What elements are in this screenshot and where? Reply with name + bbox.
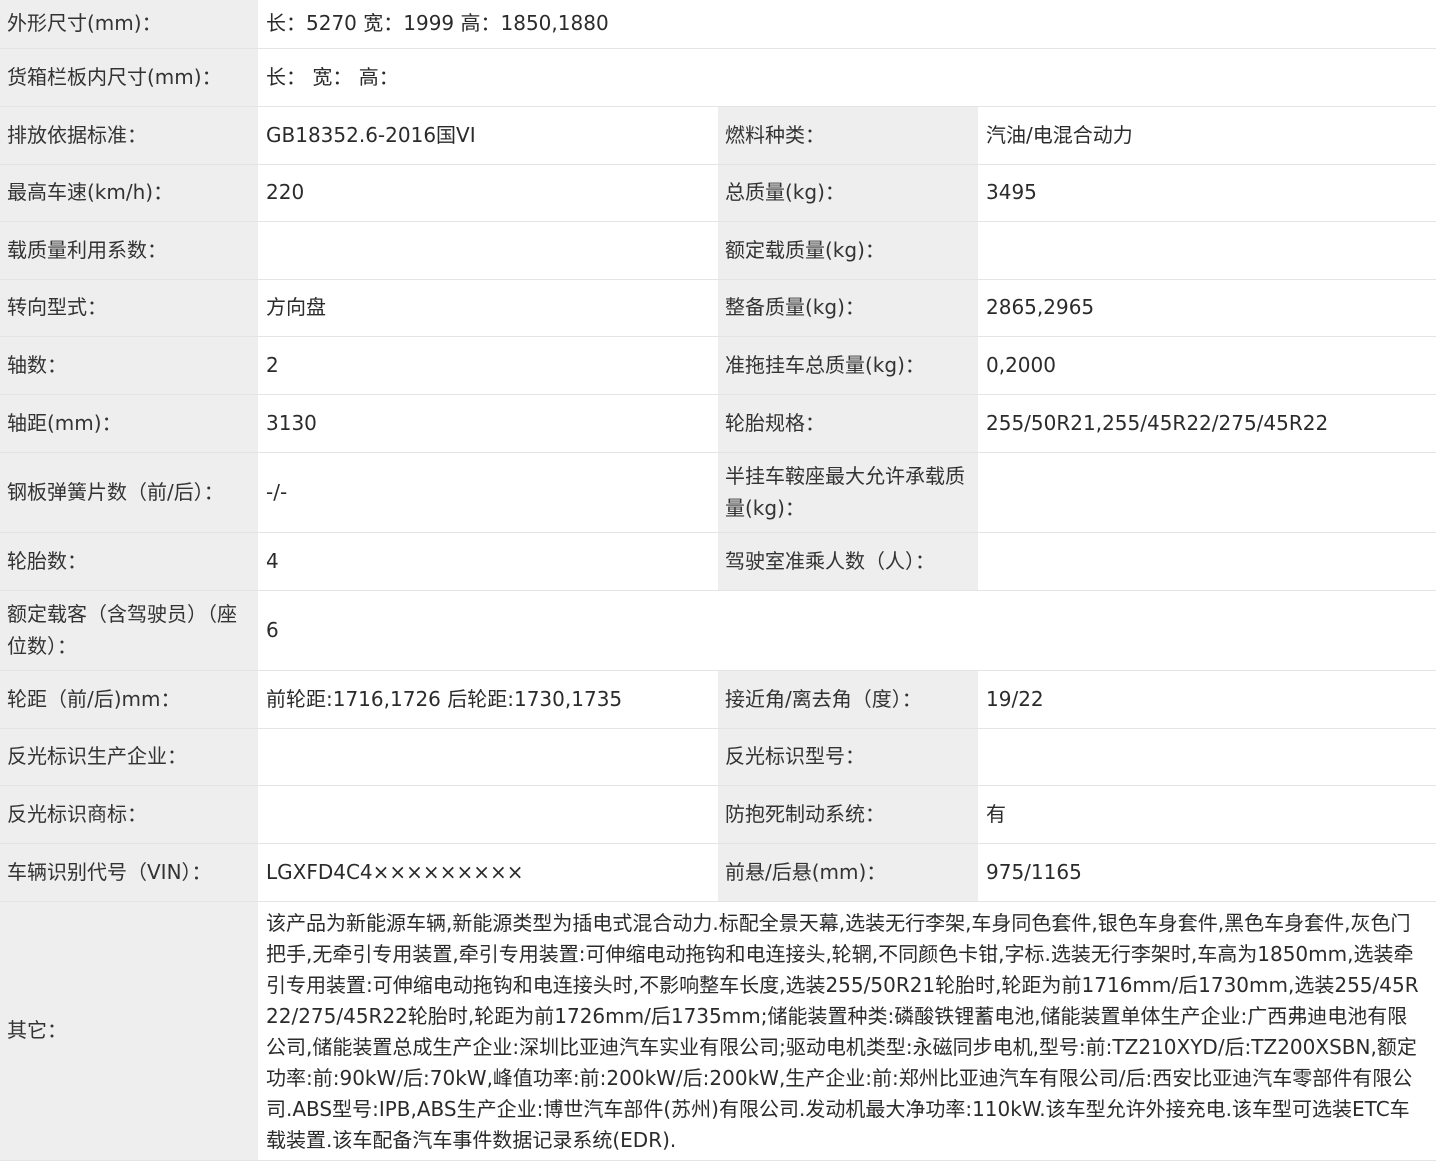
spec-value: 255/50R21,255/45R22/275/45R22 (978, 394, 1436, 453)
spec-value: 975/1165 (978, 843, 1436, 902)
spec-value (258, 728, 718, 786)
spec-value: 前轮距:1716,1726 后轮距:1730,1735 (258, 670, 718, 729)
spec-label: 反光标识生产企业： (0, 728, 258, 786)
spec-label: 轮胎数： (0, 532, 258, 591)
spec-label: 外形尺寸(mm)： (0, 0, 258, 49)
spec-value: LGXFD4C4××××××××× (258, 843, 718, 902)
spec-row-max-speed: 最高车速(km/h)： 220 总质量(kg)： 3495 (0, 164, 1436, 222)
spec-value: 19/22 (978, 670, 1436, 729)
spec-value (978, 532, 1436, 591)
spec-value: 有 (978, 785, 1436, 844)
spec-label: 轮胎规格： (718, 394, 978, 453)
spec-row-reflective-brand: 反光标识商标： 防抱死制动系统： 有 (0, 785, 1436, 844)
spec-row-reflective-maker: 反光标识生产企业： 反光标识型号： (0, 728, 1436, 786)
spec-value: 0,2000 (978, 336, 1436, 395)
spec-row-wheelbase: 轴距(mm)： 3130 轮胎规格： 255/50R21,255/45R22/2… (0, 394, 1436, 453)
spec-value (258, 785, 718, 844)
spec-label: 轴距(mm)： (0, 394, 258, 453)
spec-row-load-utilization: 载质量利用系数： 额定载质量(kg)： (0, 221, 1436, 280)
spec-value: -/- (258, 452, 718, 533)
spec-value: 6 (258, 590, 1436, 671)
spec-label: 货箱栏板内尺寸(mm)： (0, 48, 258, 107)
spec-row-exterior-dimensions: 外形尺寸(mm)： 长：5270 宽：1999 高：1850,1880 (0, 0, 1436, 49)
spec-row-rated-passengers: 额定载客（含驾驶员）（座位数）： 6 (0, 590, 1436, 671)
notes-label: 其它： (0, 901, 258, 1161)
spec-row-axles: 轴数： 2 准拖挂车总质量(kg)： 0,2000 (0, 336, 1436, 395)
spec-value: 220 (258, 164, 718, 222)
spec-row-cargo-dimensions: 货箱栏板内尺寸(mm)： 长： 宽： 高： (0, 48, 1436, 107)
spec-label: 转向型式： (0, 279, 258, 337)
spec-label: 反光标识型号： (718, 728, 978, 786)
spec-label: 半挂车鞍座最大允许承载质量(kg)： (718, 452, 978, 533)
spec-label: 额定载客（含驾驶员）（座位数）： (0, 590, 258, 671)
spec-label: 防抱死制动系统： (718, 785, 978, 844)
spec-label: 驾驶室准乘人数（人）： (718, 532, 978, 591)
spec-row-leaf-springs: 钢板弹簧片数（前/后）： -/- 半挂车鞍座最大允许承载质量(kg)： (0, 452, 1436, 533)
spec-label: 轴数： (0, 336, 258, 395)
spec-value: 4 (258, 532, 718, 591)
spec-label: 总质量(kg)： (718, 164, 978, 222)
spec-row-vin: 车辆识别代号（VIN）： LGXFD4C4××××××××× 前悬/后悬(mm)… (0, 843, 1436, 902)
spec-value: 汽油/电混合动力 (978, 106, 1436, 165)
spec-label: 最高车速(km/h)： (0, 164, 258, 222)
spec-value (978, 221, 1436, 280)
spec-value: GB18352.6-2016国VI (258, 106, 718, 165)
spec-value: 长：5270 宽：1999 高：1850,1880 (258, 0, 1436, 49)
vehicle-spec-table: 外形尺寸(mm)： 长：5270 宽：1999 高：1850,1880 货箱栏板… (0, 0, 1436, 1161)
spec-label: 整备质量(kg)： (718, 279, 978, 337)
spec-label: 额定载质量(kg)： (718, 221, 978, 280)
spec-row-emission-standard: 排放依据标准： GB18352.6-2016国VI 燃料种类： 汽油/电混合动力 (0, 106, 1436, 165)
spec-label: 前悬/后悬(mm)： (718, 843, 978, 902)
spec-row-notes: 其它： 该产品为新能源车辆,新能源类型为插电式混合动力.标配全景天幕,选装无行李… (0, 901, 1436, 1161)
spec-value: 2 (258, 336, 718, 395)
spec-row-track-width: 轮距（前/后)mm： 前轮距:1716,1726 后轮距:1730,1735 接… (0, 670, 1436, 729)
spec-label: 钢板弹簧片数（前/后）： (0, 452, 258, 533)
spec-row-steering: 转向型式： 方向盘 整备质量(kg)： 2865,2965 (0, 279, 1436, 337)
spec-label: 燃料种类： (718, 106, 978, 165)
spec-value: 长： 宽： 高： (258, 48, 1436, 107)
spec-label: 载质量利用系数： (0, 221, 258, 280)
spec-label: 反光标识商标： (0, 785, 258, 844)
spec-label: 准拖挂车总质量(kg)： (718, 336, 978, 395)
spec-value: 2865,2965 (978, 279, 1436, 337)
spec-label: 车辆识别代号（VIN）： (0, 843, 258, 902)
spec-value: 3495 (978, 164, 1436, 222)
spec-row-tire-count: 轮胎数： 4 驾驶室准乘人数（人）： (0, 532, 1436, 591)
notes-text: 该产品为新能源车辆,新能源类型为插电式混合动力.标配全景天幕,选装无行李架,车身… (258, 901, 1436, 1161)
spec-label: 轮距（前/后)mm： (0, 670, 258, 729)
spec-value: 3130 (258, 394, 718, 453)
spec-value: 方向盘 (258, 279, 718, 337)
spec-value (978, 452, 1436, 533)
spec-label: 排放依据标准： (0, 106, 258, 165)
spec-value (258, 221, 718, 280)
spec-value (978, 728, 1436, 786)
spec-label: 接近角/离去角（度）： (718, 670, 978, 729)
